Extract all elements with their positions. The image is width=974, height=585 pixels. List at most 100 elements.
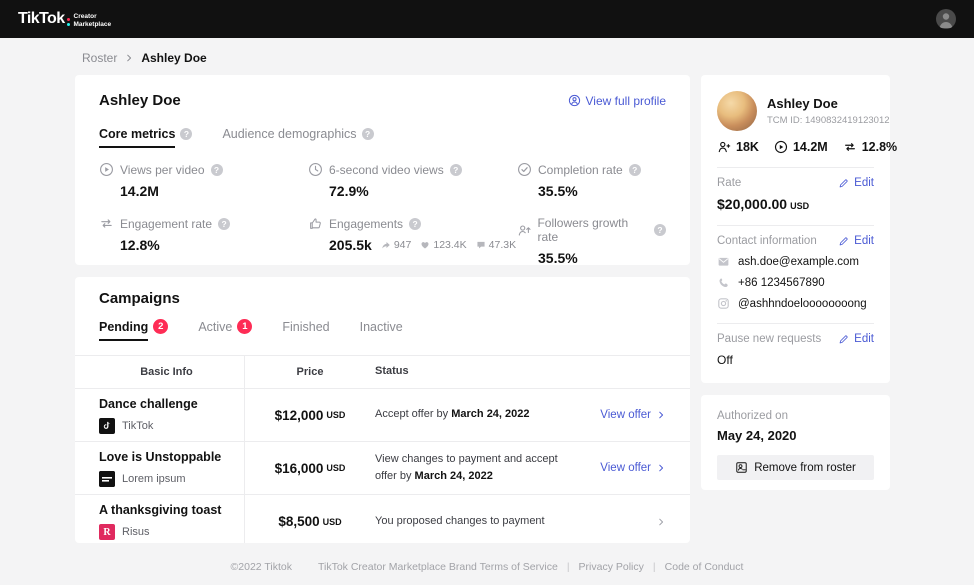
tab-inactive[interactable]: Inactive [360, 319, 403, 341]
contact-information-label: Contact information [717, 235, 817, 247]
campaign-status: You proposed changes to payment [375, 495, 578, 543]
pencil-icon [838, 178, 849, 189]
profile-tabs: Core metrics Audience demographics [99, 127, 666, 148]
column-header-price: Price [245, 356, 375, 388]
footer-link-privacy[interactable]: Privacy Policy [579, 561, 644, 573]
tiktok-note-icon [102, 421, 112, 431]
footer-link-conduct[interactable]: Code of Conduct [665, 561, 744, 573]
mail-icon [717, 255, 730, 268]
repeat-icon [843, 140, 857, 154]
views-stat: 14.2M [774, 140, 828, 154]
campaign-brand: TikTok [99, 418, 234, 434]
chevron-right-icon [656, 463, 666, 473]
campaign-name: Love is Unstoppable [99, 450, 234, 464]
table-row[interactable]: Love is Unstoppable Lorem ipsum $16,000 … [75, 442, 690, 495]
table-row[interactable]: Dance challenge TikTok $12,000 USD Accep… [75, 389, 690, 442]
view-offer-link[interactable]: View offer [600, 409, 666, 421]
instagram-icon [717, 297, 730, 310]
metric-followers-growth-rate: Followers growth rate 35.5% [517, 216, 666, 266]
tab-audience-demographics[interactable]: Audience demographics [222, 127, 373, 148]
divider [717, 167, 874, 168]
page-footer: ©2022 Tiktok TikTok Creator Marketplace … [0, 561, 974, 573]
rate-value: $20,000.00USD [717, 196, 874, 212]
tab-pending[interactable]: Pending 2 [99, 319, 168, 341]
column-header-basic-info: Basic Info [75, 356, 245, 388]
campaign-tabs: Pending 2 Active 1 Finished Inactive [99, 319, 666, 341]
tiktok-logo-colon-icon [67, 18, 70, 26]
active-count-badge: 1 [237, 319, 252, 334]
tiktok-logo[interactable]: TikTok CreatorMarketplace [18, 9, 111, 29]
top-navigation-bar: TikTok CreatorMarketplace [0, 0, 974, 38]
authorized-on-value: May 24, 2020 [717, 428, 874, 443]
profile-metrics-card: Ashley Doe View full profile Core metric… [75, 75, 690, 265]
tiktok-logo-text: TikTok [18, 10, 65, 28]
creator-summary-card: Ashley Doe TCM ID: 1490832419123012 18K … [701, 75, 890, 383]
campaign-status: View changes to payment and accept offer… [375, 442, 578, 494]
comment-icon [476, 240, 486, 250]
breadcrumb: Roster Ashley Doe [82, 51, 207, 65]
campaign-brand: R Risus [99, 524, 234, 540]
tab-core-metrics[interactable]: Core metrics [99, 127, 192, 148]
metric-completion-rate: Completion rate 35.5% [517, 162, 666, 199]
lorem-ipsum-logo-icon [99, 471, 115, 487]
campaign-name: A thanksgiving toast [99, 503, 234, 517]
core-metrics-grid: Views per video 14.2M 6-second video vie… [99, 162, 666, 266]
repeat-icon [99, 216, 114, 231]
shares-substat: 947 [381, 239, 412, 251]
chevron-right-icon [656, 410, 666, 420]
footer-link-terms[interactable]: TikTok Creator Marketplace Brand Terms o… [318, 561, 558, 573]
edit-contact-link[interactable]: Edit [838, 235, 874, 247]
help-icon[interactable] [218, 218, 230, 230]
view-full-profile-link[interactable]: View full profile [568, 94, 666, 108]
creator-quick-stats: 18K 14.2M 12.8% [717, 140, 874, 154]
currency-label: USD [323, 517, 342, 527]
tcm-id: TCM ID: 1490832419123012 [767, 115, 890, 126]
heart-icon [420, 240, 430, 250]
contact-phone: +86 1234567890 [717, 276, 874, 289]
help-icon[interactable] [362, 128, 374, 140]
copyright: ©2022 Tiktok [231, 561, 292, 573]
likes-substat: 123.4K [420, 239, 466, 251]
breadcrumb-current: Ashley Doe [141, 51, 206, 65]
comments-substat: 47.3K [476, 239, 516, 251]
risus-brand-logo: R [99, 524, 115, 540]
followers-icon [717, 140, 731, 154]
metric-engagement-rate: Engagement rate 12.8% [99, 216, 308, 266]
view-offer-link[interactable]: View offer [600, 462, 666, 474]
campaigns-table: Basic Info Price Status Dance challenge … [75, 355, 690, 543]
creator-name-title: Ashley Doe [99, 92, 181, 109]
campaigns-title: Campaigns [99, 290, 180, 307]
lorem-ipsum-brand-logo [99, 471, 115, 487]
tab-finished[interactable]: Finished [282, 319, 329, 341]
chevron-right-icon[interactable] [656, 517, 666, 527]
authorization-card: Authorized on May 24, 2020 Remove from r… [701, 395, 890, 490]
account-avatar[interactable] [936, 9, 956, 29]
pencil-icon [838, 334, 849, 345]
help-icon[interactable] [409, 218, 421, 230]
help-icon[interactable] [629, 164, 641, 176]
column-header-status: Status [375, 356, 578, 388]
campaign-price: $16,000 [275, 461, 324, 476]
person-icon [936, 9, 956, 29]
campaign-price: $12,000 [275, 408, 324, 423]
help-icon[interactable] [180, 128, 192, 140]
table-row[interactable]: A thanksgiving toast R Risus $8,500 USD … [75, 495, 690, 543]
pause-new-requests-label: Pause new requests [717, 333, 821, 345]
help-icon[interactable] [211, 164, 223, 176]
play-circle-icon [99, 162, 114, 177]
help-icon[interactable] [654, 224, 666, 236]
campaigns-card: Campaigns Pending 2 Active 1 Finished In… [75, 277, 690, 543]
rate-label: Rate [717, 177, 741, 189]
remove-person-icon [735, 461, 748, 474]
pencil-icon [838, 236, 849, 247]
help-icon[interactable] [450, 164, 462, 176]
edit-rate-link[interactable]: Edit [838, 177, 874, 189]
currency-label: USD [326, 410, 345, 420]
contact-instagram: @ashhndoeloooooooong [717, 297, 874, 310]
breadcrumb-roster[interactable]: Roster [82, 51, 117, 65]
campaign-brand: Lorem ipsum [99, 471, 234, 487]
tab-active[interactable]: Active 1 [198, 319, 252, 341]
creator-avatar [717, 91, 757, 131]
edit-pause-link[interactable]: Edit [838, 333, 874, 345]
remove-from-roster-button[interactable]: Remove from roster [717, 455, 874, 480]
